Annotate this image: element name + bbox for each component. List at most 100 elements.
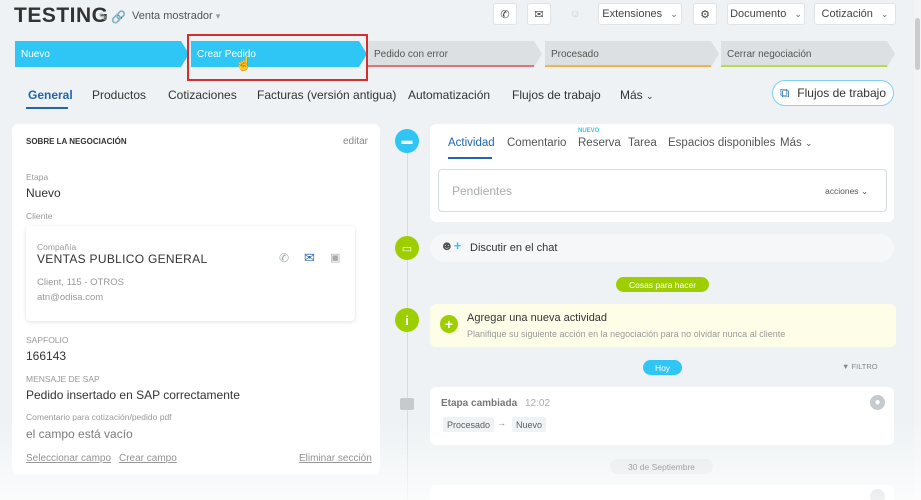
link-icon[interactable]: 🔗 — [111, 10, 126, 24]
quote-dropdown[interactable]: Cotización ⌄ — [814, 3, 896, 25]
activity-tab-mas[interactable]: Más ⌄ — [780, 137, 812, 149]
activity-tab-comentario[interactable]: Comentario — [507, 137, 566, 149]
company-label: Compañía — [37, 242, 77, 252]
actions-dropdown[interactable]: acciones ⌄ — [825, 186, 868, 197]
settings-button[interactable]: ⚙ — [693, 3, 717, 25]
stage-procesado[interactable]: Procesado — [545, 41, 719, 67]
add-activity-subtitle: Planifique su siguiente acción en la neg… — [467, 329, 786, 339]
mail-icon: ✉ — [534, 8, 544, 21]
activity-tab-actividad[interactable]: Actividad — [448, 137, 495, 149]
tab-mas[interactable]: Más ⌄ — [620, 88, 654, 102]
info-icon: i — [395, 308, 419, 332]
mail-icon[interactable]: ✉ — [304, 250, 315, 266]
activity-tab-espacios[interactable]: Espacios disponibles — [668, 137, 775, 149]
stage-changed-card — [430, 387, 894, 445]
scrollbar-thumb[interactable] — [915, 18, 920, 70]
plus-icon: + — [453, 238, 462, 253]
client-card — [26, 226, 355, 321]
company-email[interactable]: atn@odisa.com — [37, 292, 103, 303]
activity-tab-underline — [448, 157, 492, 159]
extensions-dropdown[interactable]: Extensiones ⌄ — [598, 3, 682, 25]
company-detail: Client, 115 - OTROS — [37, 277, 124, 288]
add-activity-title: Agregar una nueva actividad — [467, 312, 608, 324]
activity-tab-mas-label: Más — [780, 137, 802, 149]
tab-general[interactable]: General — [28, 88, 73, 102]
tab-mas-label: Más — [620, 88, 643, 102]
discuss-chat-label: Discutir en el chat — [470, 242, 558, 254]
deal-category-selector[interactable]: Venta mostrador ▾ — [132, 10, 220, 22]
scrollbar[interactable] — [914, 0, 921, 500]
chat-icon: ☺ — [569, 8, 581, 20]
email-button[interactable]: ✉ — [527, 3, 551, 25]
chat-bubble-icon: ▭ — [395, 236, 419, 260]
chevron-down-icon: ⌄ — [794, 8, 802, 19]
caret-down-icon: ▾ — [215, 11, 221, 21]
filter-label: FILTRO — [851, 362, 878, 371]
stage-cerrar-negociacion[interactable]: Cerrar negociación — [721, 41, 895, 67]
workflows-button-label: Flujos de trabajo — [797, 86, 886, 100]
tab-facturas[interactable]: Facturas (versión antigua) — [257, 88, 396, 102]
workflows-button[interactable]: ⧉ Flujos de trabajo — [772, 80, 894, 106]
filter-icon: ▼ — [842, 362, 850, 371]
user-avatar-icon — [870, 489, 885, 500]
pencil-icon[interactable]: ✎ — [98, 10, 108, 24]
title-edit-icons[interactable]: ✎ 🔗 — [98, 10, 126, 24]
edit-link[interactable]: editar — [343, 136, 368, 147]
deal-category-label: Venta mostrador — [132, 10, 213, 22]
chat-icon[interactable]: ▣ — [330, 251, 340, 264]
delete-section-link[interactable]: Eliminar sección — [299, 453, 372, 464]
tab-automatizacion[interactable]: Automatización — [408, 88, 490, 102]
stage-label: Nuevo — [21, 48, 50, 60]
highlight-box — [187, 34, 368, 81]
chevron-down-icon: ⌄ — [804, 138, 813, 148]
document-label: Documento — [730, 8, 787, 20]
extensions-label: Extensiones — [602, 8, 663, 20]
stage-underline — [368, 65, 534, 67]
active-tab-underline — [26, 107, 68, 109]
sap-message-value: Pedido insertado en SAP correctamente — [26, 388, 240, 402]
tab-cotizaciones[interactable]: Cotizaciones — [168, 88, 237, 102]
date-pill: 30 de Septiembre — [610, 459, 713, 474]
user-avatar-icon[interactable]: ● — [870, 395, 885, 410]
phone-icon[interactable]: ✆ — [279, 251, 289, 265]
chevron-down-icon: ⌄ — [670, 8, 678, 19]
today-pill: Hoy — [643, 360, 682, 375]
tab-flujos[interactable]: Flujos de trabajo — [512, 88, 601, 102]
sapfolio-label: SAPFOLIO — [26, 335, 69, 345]
sapfolio-value: 166143 — [26, 349, 67, 363]
stage-label: Procesado — [551, 48, 599, 60]
tag-icon — [400, 398, 414, 410]
company-name[interactable]: VENTAS PUBLICO GENERAL — [37, 252, 207, 266]
workflow-icon: ⧉ — [779, 85, 790, 100]
to-stage-chip: Nuevo — [512, 417, 547, 432]
activity-tab-reserva[interactable]: Reserva — [578, 137, 621, 149]
chevron-down-icon: ⌄ — [880, 8, 889, 19]
tab-productos[interactable]: Productos — [92, 88, 146, 102]
page-title: TESTING — [14, 4, 109, 27]
activity-tab-tarea[interactable]: Tarea — [628, 137, 657, 149]
plus-circle-icon[interactable]: + — [440, 315, 458, 333]
stage-changed-title: Etapa cambiada — [441, 398, 518, 409]
stage-changed-time: 12:02 — [525, 398, 551, 409]
from-stage-chip: Procesado — [443, 417, 495, 432]
hand-cursor-icon: ☝ — [235, 55, 253, 71]
document-dropdown[interactable]: Documento ⌄ — [727, 3, 805, 25]
stage-pedido-con-error[interactable]: Pedido con error — [368, 41, 542, 67]
add-activity-card[interactable] — [430, 304, 896, 347]
actions-label: acciones — [825, 186, 859, 196]
call-button[interactable]: ✆ — [493, 3, 517, 25]
filter-button[interactable]: ▼ FILTRO — [842, 362, 878, 371]
gear-icon: ⚙ — [700, 8, 710, 21]
select-field-link[interactable]: Seleccionar campo — [26, 453, 111, 464]
stage-field-label: Etapa — [26, 172, 49, 182]
next-timeline-card — [430, 485, 894, 500]
chevron-down-icon: ⌄ — [860, 186, 869, 196]
comment-label: Comentario para cotización/pedido pdf — [26, 412, 172, 422]
create-field-link[interactable]: Crear campo — [119, 453, 177, 464]
chat-button[interactable]: ☺ — [563, 3, 587, 25]
stage-underline — [545, 65, 711, 67]
todo-pill: Cosas para hacer — [616, 277, 709, 292]
stage-nuevo[interactable]: Nuevo — [15, 41, 189, 67]
sap-message-label: MENSAJE DE SAP — [26, 374, 100, 384]
client-field-label: Cliente — [26, 211, 53, 221]
